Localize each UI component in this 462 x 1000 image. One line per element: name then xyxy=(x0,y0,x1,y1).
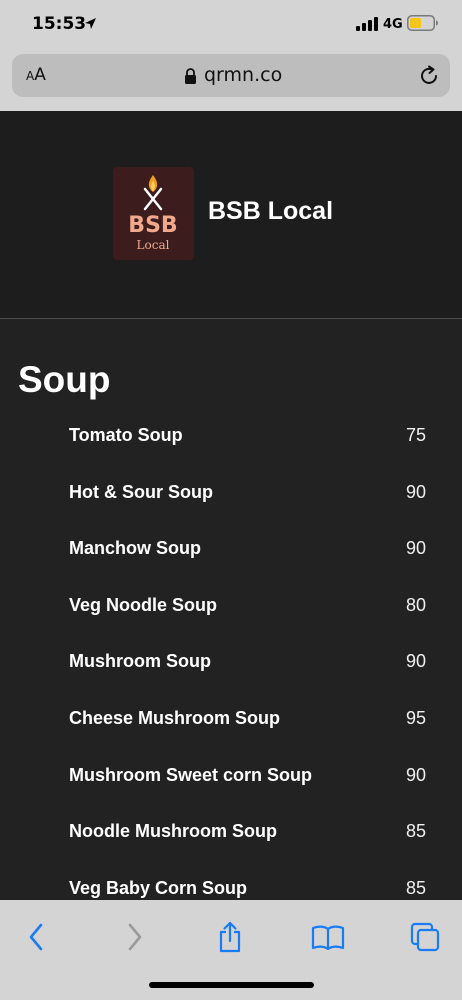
url-text[interactable]: qrmn.co xyxy=(204,64,282,86)
location-arrow-icon xyxy=(85,18,96,29)
menu-item[interactable]: Manchow Soup 90 xyxy=(0,530,462,570)
status-bar: 15:53 4G xyxy=(0,0,462,50)
section-title: Soup xyxy=(18,359,111,400)
home-indicator xyxy=(149,982,314,988)
menu-item-name: Noodle Mushroom Soup xyxy=(69,821,277,842)
network-label: 4G xyxy=(383,17,403,32)
tabs-icon xyxy=(410,922,440,952)
menu-item-name: Mushroom Sweet corn Soup xyxy=(69,764,313,785)
site-title: BSB Local xyxy=(208,197,334,225)
signal-bars-icon xyxy=(356,17,378,31)
share-button[interactable] xyxy=(210,917,250,957)
site-header: BSB Local BSB Local xyxy=(0,111,462,319)
browser-top-bar: AA qrmn.co xyxy=(0,50,462,111)
menu-item-price: 80 xyxy=(405,594,426,615)
forward-icon xyxy=(128,923,142,951)
bookmarks-button[interactable] xyxy=(308,917,348,957)
menu-item-price: 85 xyxy=(405,821,426,842)
lock-icon xyxy=(185,68,196,84)
menu-item[interactable]: Mushroom Sweet corn Soup 90 xyxy=(0,757,462,797)
battery-icon xyxy=(407,15,438,31)
menu-item-price: 90 xyxy=(405,651,426,672)
reload-icon[interactable] xyxy=(418,65,440,87)
menu-item[interactable]: Noodle Mushroom Soup 85 xyxy=(0,813,462,853)
text-size-button[interactable]: AA xyxy=(26,65,46,85)
menu-item-price: 85 xyxy=(405,877,426,898)
menu-item-price: 90 xyxy=(405,764,426,785)
menu-item-name: Mushroom Soup xyxy=(69,651,211,672)
menu-item-name: Hot & Sour Soup xyxy=(69,481,213,502)
menu-item-name: Veg Noodle Soup xyxy=(69,594,218,615)
menu-item[interactable]: Hot & Sour Soup 90 xyxy=(0,474,462,514)
status-time: 15:53 xyxy=(32,14,87,34)
menu-item[interactable]: Veg Baby Corn Soup 85 xyxy=(0,870,462,900)
bookmarks-icon xyxy=(311,925,345,950)
tabs-button[interactable] xyxy=(405,917,445,957)
menu-item-name: Veg Baby Corn Soup xyxy=(69,877,248,898)
logo-text: BSB xyxy=(128,213,177,238)
menu-item-name: Cheese Mushroom Soup xyxy=(69,708,281,728)
menu-item[interactable]: Veg Noodle Soup 80 xyxy=(0,587,462,627)
menu-section: Soup Tomato Soup 75 Hot & Sour Soup 90 Manch… xyxy=(0,319,462,900)
menu-item-price: 75 xyxy=(405,425,426,445)
forward-button[interactable] xyxy=(115,917,155,957)
menu-item[interactable]: Mushroom Soup 90 xyxy=(0,643,462,683)
back-button[interactable] xyxy=(16,917,56,957)
menu-item-price: 90 xyxy=(405,481,426,502)
logo-subtext: Local xyxy=(137,238,170,252)
back-icon xyxy=(29,923,43,951)
menu-item-price: 90 xyxy=(405,538,426,559)
menu-item-name: Manchow Soup xyxy=(69,538,201,559)
share-icon xyxy=(219,921,241,953)
menu-item-price: 95 xyxy=(405,708,426,728)
menu-item-name: Tomato Soup xyxy=(69,425,183,445)
menu-item[interactable]: Tomato Soup 75 xyxy=(0,417,462,457)
menu-item[interactable]: Cheese Mushroom Soup 95 xyxy=(0,700,462,740)
restaurant-logo: BSB Local xyxy=(113,167,194,260)
address-bar[interactable]: AA qrmn.co xyxy=(12,54,450,97)
